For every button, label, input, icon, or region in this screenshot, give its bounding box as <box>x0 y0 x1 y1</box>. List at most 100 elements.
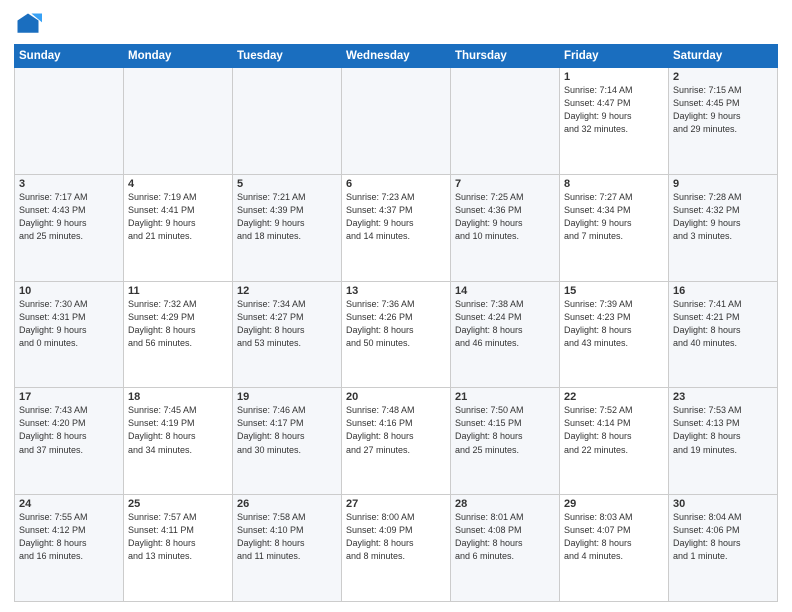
calendar-week-row: 1Sunrise: 7:14 AM Sunset: 4:47 PM Daylig… <box>15 68 778 175</box>
day-info: Sunrise: 7:55 AM Sunset: 4:12 PM Dayligh… <box>19 511 119 563</box>
day-number: 24 <box>19 498 119 510</box>
day-info: Sunrise: 7:34 AM Sunset: 4:27 PM Dayligh… <box>237 298 337 350</box>
day-info: Sunrise: 7:45 AM Sunset: 4:19 PM Dayligh… <box>128 404 228 456</box>
calendar-header-sunday: Sunday <box>15 45 124 68</box>
calendar-header-friday: Friday <box>560 45 669 68</box>
calendar-cell: 18Sunrise: 7:45 AM Sunset: 4:19 PM Dayli… <box>124 388 233 495</box>
calendar-cell: 23Sunrise: 7:53 AM Sunset: 4:13 PM Dayli… <box>669 388 778 495</box>
calendar-cell: 3Sunrise: 7:17 AM Sunset: 4:43 PM Daylig… <box>15 174 124 281</box>
calendar-cell: 27Sunrise: 8:00 AM Sunset: 4:09 PM Dayli… <box>342 495 451 602</box>
day-number: 5 <box>237 178 337 190</box>
day-number: 27 <box>346 498 446 510</box>
calendar-cell: 17Sunrise: 7:43 AM Sunset: 4:20 PM Dayli… <box>15 388 124 495</box>
calendar-cell: 29Sunrise: 8:03 AM Sunset: 4:07 PM Dayli… <box>560 495 669 602</box>
day-info: Sunrise: 7:19 AM Sunset: 4:41 PM Dayligh… <box>128 191 228 243</box>
day-info: Sunrise: 7:46 AM Sunset: 4:17 PM Dayligh… <box>237 404 337 456</box>
day-number: 26 <box>237 498 337 510</box>
day-number: 22 <box>564 391 664 403</box>
day-info: Sunrise: 8:01 AM Sunset: 4:08 PM Dayligh… <box>455 511 555 563</box>
day-info: Sunrise: 7:38 AM Sunset: 4:24 PM Dayligh… <box>455 298 555 350</box>
day-number: 11 <box>128 285 228 297</box>
calendar-cell: 14Sunrise: 7:38 AM Sunset: 4:24 PM Dayli… <box>451 281 560 388</box>
calendar-header-wednesday: Wednesday <box>342 45 451 68</box>
day-info: Sunrise: 7:27 AM Sunset: 4:34 PM Dayligh… <box>564 191 664 243</box>
day-number: 23 <box>673 391 773 403</box>
calendar-cell: 4Sunrise: 7:19 AM Sunset: 4:41 PM Daylig… <box>124 174 233 281</box>
calendar-header-saturday: Saturday <box>669 45 778 68</box>
day-number: 13 <box>346 285 446 297</box>
calendar-cell: 25Sunrise: 7:57 AM Sunset: 4:11 PM Dayli… <box>124 495 233 602</box>
day-info: Sunrise: 7:21 AM Sunset: 4:39 PM Dayligh… <box>237 191 337 243</box>
logo <box>14 10 46 38</box>
calendar-cell: 2Sunrise: 7:15 AM Sunset: 4:45 PM Daylig… <box>669 68 778 175</box>
calendar-cell: 11Sunrise: 7:32 AM Sunset: 4:29 PM Dayli… <box>124 281 233 388</box>
calendar-cell: 16Sunrise: 7:41 AM Sunset: 4:21 PM Dayli… <box>669 281 778 388</box>
day-number: 29 <box>564 498 664 510</box>
calendar-header-row: SundayMondayTuesdayWednesdayThursdayFrid… <box>15 45 778 68</box>
day-info: Sunrise: 7:58 AM Sunset: 4:10 PM Dayligh… <box>237 511 337 563</box>
day-number: 8 <box>564 178 664 190</box>
calendar-cell: 12Sunrise: 7:34 AM Sunset: 4:27 PM Dayli… <box>233 281 342 388</box>
day-info: Sunrise: 7:23 AM Sunset: 4:37 PM Dayligh… <box>346 191 446 243</box>
day-info: Sunrise: 7:28 AM Sunset: 4:32 PM Dayligh… <box>673 191 773 243</box>
calendar-cell: 8Sunrise: 7:27 AM Sunset: 4:34 PM Daylig… <box>560 174 669 281</box>
page: SundayMondayTuesdayWednesdayThursdayFrid… <box>0 0 792 612</box>
day-number: 1 <box>564 71 664 83</box>
calendar-week-row: 3Sunrise: 7:17 AM Sunset: 4:43 PM Daylig… <box>15 174 778 281</box>
calendar-cell: 7Sunrise: 7:25 AM Sunset: 4:36 PM Daylig… <box>451 174 560 281</box>
calendar-week-row: 17Sunrise: 7:43 AM Sunset: 4:20 PM Dayli… <box>15 388 778 495</box>
day-number: 3 <box>19 178 119 190</box>
day-number: 17 <box>19 391 119 403</box>
day-info: Sunrise: 7:53 AM Sunset: 4:13 PM Dayligh… <box>673 404 773 456</box>
calendar-cell: 1Sunrise: 7:14 AM Sunset: 4:47 PM Daylig… <box>560 68 669 175</box>
calendar-header-thursday: Thursday <box>451 45 560 68</box>
calendar-cell: 21Sunrise: 7:50 AM Sunset: 4:15 PM Dayli… <box>451 388 560 495</box>
logo-icon <box>14 10 42 38</box>
day-number: 28 <box>455 498 555 510</box>
day-info: Sunrise: 7:17 AM Sunset: 4:43 PM Dayligh… <box>19 191 119 243</box>
calendar-header-monday: Monday <box>124 45 233 68</box>
day-info: Sunrise: 8:03 AM Sunset: 4:07 PM Dayligh… <box>564 511 664 563</box>
day-number: 12 <box>237 285 337 297</box>
day-number: 14 <box>455 285 555 297</box>
day-info: Sunrise: 7:15 AM Sunset: 4:45 PM Dayligh… <box>673 84 773 136</box>
day-info: Sunrise: 7:50 AM Sunset: 4:15 PM Dayligh… <box>455 404 555 456</box>
day-number: 18 <box>128 391 228 403</box>
day-info: Sunrise: 7:41 AM Sunset: 4:21 PM Dayligh… <box>673 298 773 350</box>
day-info: Sunrise: 7:39 AM Sunset: 4:23 PM Dayligh… <box>564 298 664 350</box>
day-number: 30 <box>673 498 773 510</box>
day-info: Sunrise: 7:52 AM Sunset: 4:14 PM Dayligh… <box>564 404 664 456</box>
day-number: 20 <box>346 391 446 403</box>
calendar-cell: 6Sunrise: 7:23 AM Sunset: 4:37 PM Daylig… <box>342 174 451 281</box>
calendar-cell <box>15 68 124 175</box>
day-info: Sunrise: 8:04 AM Sunset: 4:06 PM Dayligh… <box>673 511 773 563</box>
day-info: Sunrise: 7:25 AM Sunset: 4:36 PM Dayligh… <box>455 191 555 243</box>
day-info: Sunrise: 7:48 AM Sunset: 4:16 PM Dayligh… <box>346 404 446 456</box>
day-number: 16 <box>673 285 773 297</box>
calendar-cell: 10Sunrise: 7:30 AM Sunset: 4:31 PM Dayli… <box>15 281 124 388</box>
calendar-cell: 24Sunrise: 7:55 AM Sunset: 4:12 PM Dayli… <box>15 495 124 602</box>
day-number: 15 <box>564 285 664 297</box>
calendar-cell <box>342 68 451 175</box>
calendar-cell: 13Sunrise: 7:36 AM Sunset: 4:26 PM Dayli… <box>342 281 451 388</box>
day-info: Sunrise: 7:43 AM Sunset: 4:20 PM Dayligh… <box>19 404 119 456</box>
day-info: Sunrise: 8:00 AM Sunset: 4:09 PM Dayligh… <box>346 511 446 563</box>
day-info: Sunrise: 7:57 AM Sunset: 4:11 PM Dayligh… <box>128 511 228 563</box>
day-info: Sunrise: 7:14 AM Sunset: 4:47 PM Dayligh… <box>564 84 664 136</box>
day-number: 25 <box>128 498 228 510</box>
calendar-cell: 30Sunrise: 8:04 AM Sunset: 4:06 PM Dayli… <box>669 495 778 602</box>
day-info: Sunrise: 7:30 AM Sunset: 4:31 PM Dayligh… <box>19 298 119 350</box>
calendar-cell: 28Sunrise: 8:01 AM Sunset: 4:08 PM Dayli… <box>451 495 560 602</box>
calendar-cell <box>233 68 342 175</box>
day-number: 6 <box>346 178 446 190</box>
calendar-week-row: 24Sunrise: 7:55 AM Sunset: 4:12 PM Dayli… <box>15 495 778 602</box>
calendar-cell: 9Sunrise: 7:28 AM Sunset: 4:32 PM Daylig… <box>669 174 778 281</box>
calendar-cell: 22Sunrise: 7:52 AM Sunset: 4:14 PM Dayli… <box>560 388 669 495</box>
day-number: 2 <box>673 71 773 83</box>
calendar-cell: 5Sunrise: 7:21 AM Sunset: 4:39 PM Daylig… <box>233 174 342 281</box>
day-number: 4 <box>128 178 228 190</box>
calendar-cell: 20Sunrise: 7:48 AM Sunset: 4:16 PM Dayli… <box>342 388 451 495</box>
calendar-header-tuesday: Tuesday <box>233 45 342 68</box>
calendar-week-row: 10Sunrise: 7:30 AM Sunset: 4:31 PM Dayli… <box>15 281 778 388</box>
day-info: Sunrise: 7:32 AM Sunset: 4:29 PM Dayligh… <box>128 298 228 350</box>
